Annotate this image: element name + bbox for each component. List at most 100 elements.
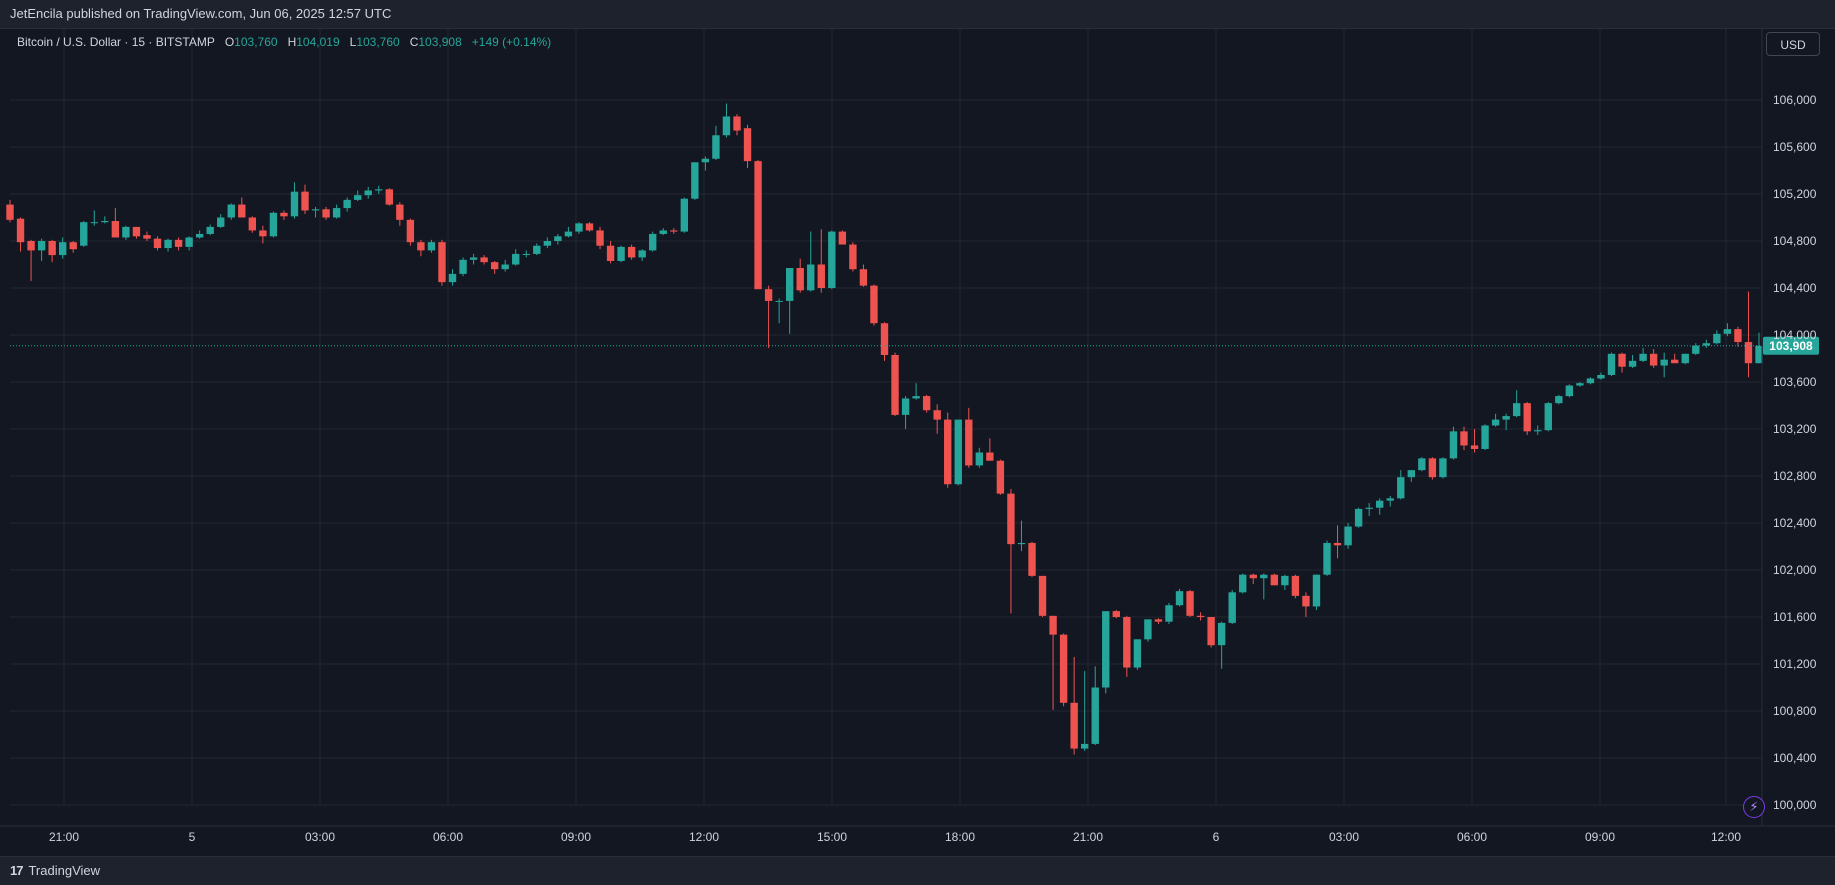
candle-body (58, 242, 67, 256)
candlestick-chart[interactable]: 103,908 100,000 100,400 100,800 101,200 101,… (0, 29, 1835, 856)
low-value: 103,760 (356, 35, 400, 49)
lightning-icon[interactable]: ⚡ (1743, 796, 1765, 818)
x-tick-label: 09:00 (1585, 830, 1615, 844)
candle-body (280, 212, 288, 217)
candle-body (1059, 634, 1068, 703)
candle-body (596, 230, 604, 246)
candle-body (16, 218, 25, 243)
y-tick-label: 101,200 (1773, 657, 1817, 671)
candle-body (965, 419, 973, 466)
candle-body (1565, 385, 1574, 397)
candle-body (807, 264, 815, 291)
candle-body (1597, 374, 1605, 379)
candle-body (1038, 575, 1047, 616)
candle-body (1534, 430, 1542, 432)
candle-body (48, 241, 56, 256)
candle-body (143, 235, 151, 239)
candle-body (1523, 403, 1531, 432)
grid-lines (10, 29, 1762, 806)
candle-body (1723, 329, 1732, 334)
candle-body (37, 241, 46, 251)
y-tick-label: 101,600 (1773, 610, 1817, 624)
candle-body (1512, 403, 1521, 417)
candle-body (1133, 639, 1142, 668)
candle-body (954, 419, 962, 485)
candle-body (406, 219, 415, 243)
chart-area[interactable]: 103,908 100,000 100,400 100,800 101,200 101,… (0, 29, 1835, 856)
candle-body (1618, 353, 1626, 367)
published-text: JetEncila published on TradingView.com, … (10, 6, 392, 21)
candle-body (733, 116, 741, 131)
footer-bar: 17 TradingView (0, 856, 1835, 885)
candle-body (922, 396, 931, 411)
candle-body (448, 273, 457, 283)
x-tick-label: 06:00 (1457, 830, 1487, 844)
brand-name: TradingView (28, 863, 101, 878)
candle-body (1186, 591, 1194, 616)
candle-body (659, 230, 667, 234)
candle-body (606, 245, 615, 261)
candle-body (164, 239, 172, 249)
candle-body (1007, 493, 1015, 545)
currency-button[interactable]: USD (1766, 32, 1820, 56)
candle-body (512, 253, 520, 265)
candle-body (1217, 622, 1226, 646)
candle-body (1228, 592, 1236, 623)
candle-body (1660, 359, 1668, 366)
candle-body (859, 269, 868, 286)
candle-body (585, 223, 594, 231)
candle-body (290, 191, 299, 217)
candle-body (617, 246, 625, 261)
candle-body (1323, 542, 1331, 575)
published-bar: JetEncila published on TradingView.com, … (0, 0, 1835, 29)
candle-body (817, 264, 825, 288)
candle-body (301, 191, 309, 211)
candle-body (1397, 477, 1405, 499)
candle-body (417, 242, 425, 251)
candle-body (796, 268, 804, 291)
candle-body (996, 460, 1005, 494)
tradingview-logo[interactable]: 17 TradingView (10, 863, 100, 878)
candle-body (396, 204, 404, 220)
candle-body (269, 212, 278, 237)
y-tick-label: 104,400 (1773, 281, 1817, 295)
candle-body (1470, 445, 1479, 449)
candle-body (1091, 687, 1099, 744)
candle-body (1049, 615, 1057, 635)
y-tick-label: 100,000 (1773, 798, 1817, 812)
candle-body (490, 262, 499, 270)
candle-body (975, 452, 984, 466)
symbol-name[interactable]: Bitcoin / U.S. Dollar · 15 · BITSTAMP (17, 35, 215, 49)
symbol-legend: Bitcoin / U.S. Dollar · 15 · BITSTAMP O 1… (17, 35, 551, 49)
candle-body (680, 198, 689, 232)
candle-body (1123, 617, 1131, 668)
candle-body (691, 162, 699, 199)
candle-body (722, 116, 731, 136)
candle-body (427, 242, 436, 251)
candle-body (1333, 542, 1342, 546)
candle-body (743, 128, 752, 162)
candle-body (1502, 416, 1510, 420)
candle-body (554, 236, 562, 241)
candle-body (564, 231, 573, 237)
candle-body (1481, 425, 1489, 449)
candle-body (986, 452, 994, 461)
y-tick-label: 102,000 (1773, 563, 1817, 577)
open-label: O (224, 35, 235, 49)
candle-body (1028, 542, 1036, 576)
candle-body (1439, 458, 1447, 478)
y-tick-label: 100,800 (1773, 704, 1817, 718)
candle-body (1460, 431, 1468, 446)
candle-body (1302, 595, 1310, 607)
candle-body (375, 189, 383, 191)
candle-body (933, 410, 941, 420)
candle-body (501, 264, 509, 270)
candle-body (259, 230, 267, 237)
candle-body (122, 226, 130, 238)
candle-body (1386, 498, 1394, 501)
x-tick-label: 03:00 (1329, 830, 1359, 844)
candle-body (80, 222, 88, 246)
candle-body (1080, 743, 1089, 749)
candle-body (901, 398, 910, 415)
candle-body (1692, 345, 1700, 354)
